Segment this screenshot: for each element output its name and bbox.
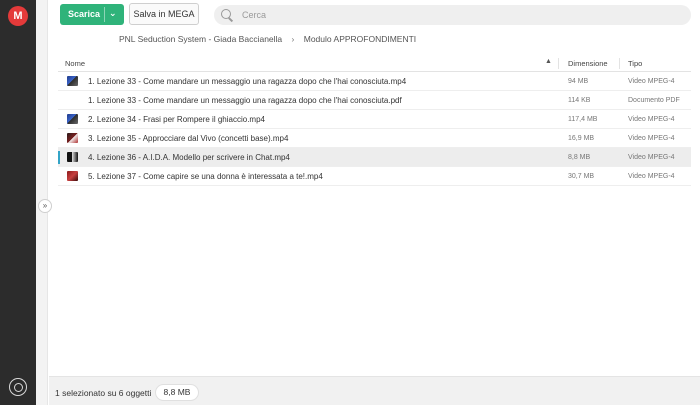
video-thumbnail-icon — [67, 114, 78, 124]
status-bar: 1 selezionato su 6 oggetti 8,8 MB — [49, 376, 700, 405]
save-to-mega-button[interactable]: Salva in MEGA — [129, 3, 199, 25]
file-size: 16,9 MB — [568, 135, 595, 142]
file-size: 114 KB — [568, 97, 591, 104]
mega-logo-icon[interactable]: M — [8, 6, 28, 26]
search-placeholder: Cerca — [242, 10, 267, 20]
selection-marker — [58, 151, 60, 164]
file-list: 1. Lezione 33 - Come mandare un messaggi… — [58, 72, 691, 186]
chevron-down-icon[interactable]: ⌄ — [109, 8, 117, 19]
column-header-size[interactable]: Dimensione — [568, 59, 608, 68]
breadcrumb-item-current: Modulo APPROFONDIMENTI — [303, 34, 417, 44]
video-thumbnail-icon — [67, 133, 78, 143]
left-rail: M — [0, 0, 36, 405]
video-thumbnail-icon — [67, 76, 78, 86]
file-name[interactable]: 1. Lezione 33 - Come mandare un messaggi… — [88, 96, 402, 105]
file-size: 8,8 MB — [568, 154, 591, 161]
download-button-divider — [104, 7, 105, 22]
download-button-label: Scarica — [68, 9, 101, 19]
file-type: Documento PDF — [628, 97, 680, 104]
search-field[interactable]: Cerca — [214, 5, 691, 25]
search-icon — [221, 9, 231, 19]
transfers-icon[interactable] — [9, 378, 27, 396]
main-panel: Scarica ⌄ Salva in MEGA Cerca PNL Seduct… — [49, 0, 700, 405]
file-name[interactable]: 2. Lezione 34 - Frasi per Rompere il ghi… — [88, 115, 265, 124]
file-type: Video MPEG-4 — [628, 173, 675, 180]
file-row[interactable]: 3. Lezione 35 - Approcciare dal Vivo (co… — [58, 129, 691, 148]
column-header-name[interactable]: Nome — [65, 59, 85, 68]
file-row[interactable]: 1. Lezione 33 - Come mandare un messaggi… — [58, 72, 691, 91]
chevron-right-icon: › — [291, 34, 295, 44]
breadcrumb-item-root[interactable]: PNL Seduction System - Giada Baccianella — [119, 34, 282, 44]
file-row[interactable]: 4. Lezione 36 - A.I.D.A. Modello per scr… — [58, 148, 691, 167]
table-header: Nome ▲ Dimensione Tipo — [58, 55, 691, 72]
file-name[interactable]: 3. Lezione 35 - Approcciare dal Vivo (co… — [88, 134, 288, 143]
video-thumbnail-icon — [67, 171, 78, 181]
file-size: 117,4 MB — [568, 116, 598, 123]
selection-size-badge: 8,8 MB — [155, 384, 199, 401]
file-type: Video MPEG-4 — [628, 135, 675, 142]
file-size: 94 MB — [568, 78, 589, 85]
sort-ascending-icon[interactable]: ▲ — [545, 58, 552, 65]
file-type: Video MPEG-4 — [628, 116, 675, 123]
file-name[interactable]: 5. Lezione 37 - Come capire se una donna… — [88, 172, 323, 181]
selection-count-text: 1 selezionato su 6 oggetti — [55, 388, 152, 398]
column-header-type[interactable]: Tipo — [628, 59, 642, 68]
file-type: Video MPEG-4 — [628, 78, 675, 85]
file-name[interactable]: 4. Lezione 36 - A.I.D.A. Modello per scr… — [88, 153, 290, 162]
file-row[interactable]: 1. Lezione 33 - Come mandare un messaggi… — [58, 91, 691, 110]
download-button[interactable]: Scarica ⌄ — [60, 4, 124, 25]
video-thumbnail-icon — [67, 152, 78, 162]
file-name[interactable]: 1. Lezione 33 - Come mandare un messaggi… — [88, 77, 406, 86]
column-divider — [619, 58, 620, 69]
breadcrumb: PNL Seduction System - Giada Baccianella… — [119, 34, 416, 44]
file-row[interactable]: 5. Lezione 37 - Come capire se una donna… — [58, 167, 691, 186]
file-type: Video MPEG-4 — [628, 154, 675, 161]
column-divider — [558, 58, 559, 69]
file-row[interactable]: 2. Lezione 34 - Frasi per Rompere il ghi… — [58, 110, 691, 129]
file-size: 30,7 MB — [568, 173, 595, 180]
